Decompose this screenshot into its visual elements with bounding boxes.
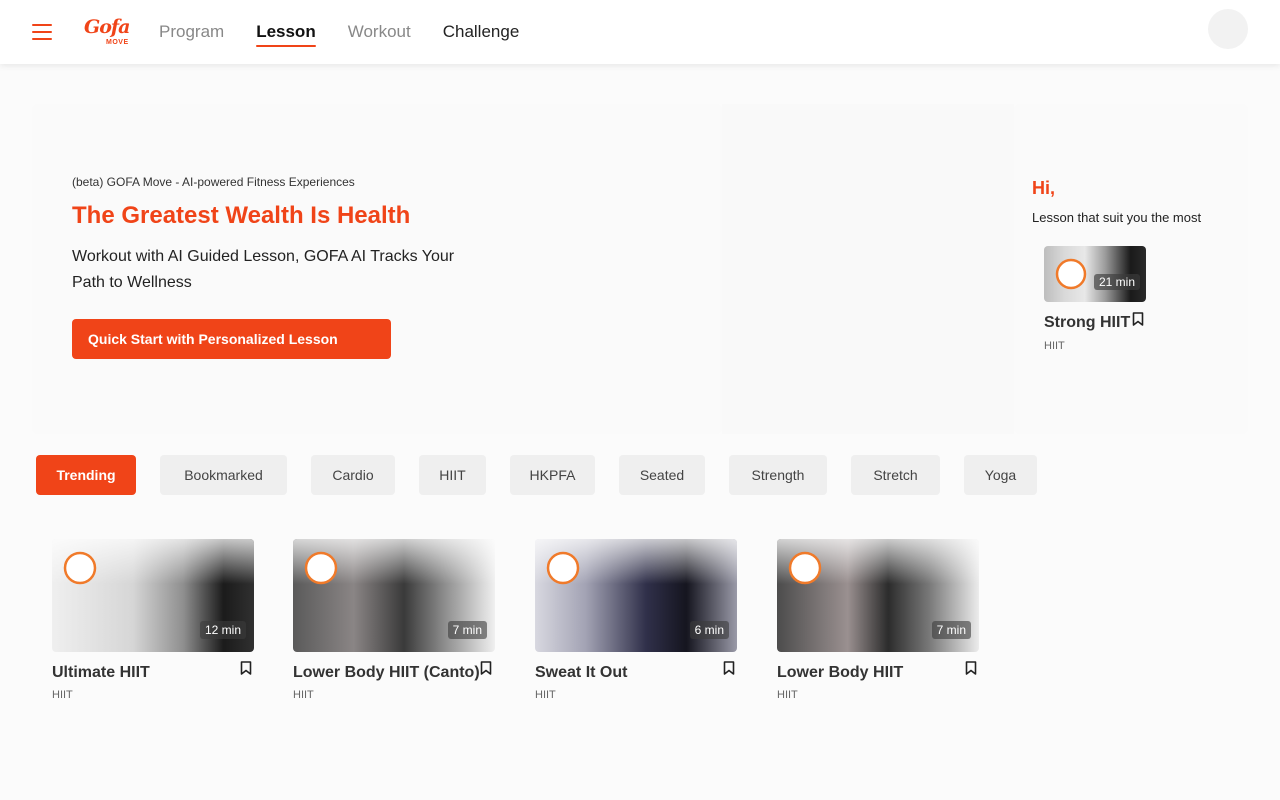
duration-badge: 6 min: [689, 621, 729, 639]
tab-cardio[interactable]: Cardio: [311, 455, 395, 495]
play-circle-icon: [63, 551, 97, 585]
logo-brand: Gofa: [84, 16, 130, 38]
duration-badge: 7 min: [931, 621, 971, 639]
lesson-title[interactable]: Sweat It Out: [535, 664, 627, 682]
logo-sub: MOVE: [106, 39, 129, 46]
greeting: Hi,: [1032, 178, 1056, 198]
top-header: Gofa MOVE Program Lesson Workout Challen…: [0, 0, 1280, 64]
bookmark-icon[interactable]: [723, 661, 735, 675]
play-circle-icon: [304, 551, 338, 585]
lesson-title[interactable]: Ultimate HIIT: [52, 664, 150, 682]
lesson-thumbnail[interactable]: 7 min: [293, 539, 495, 652]
tab-stretch[interactable]: Stretch: [851, 455, 940, 495]
recommended-lesson-thumbnail[interactable]: 21 min: [1044, 246, 1146, 302]
hero-beta-label: (beta) GOFA Move - AI-powered Fitness Ex…: [72, 175, 355, 189]
hamburger-menu-icon[interactable]: [32, 24, 52, 40]
bookmark-icon[interactable]: [480, 661, 492, 675]
gofa-logo[interactable]: Gofa MOVE: [82, 14, 130, 50]
recommend-subtitle: Lesson that suit you the most: [1032, 210, 1202, 225]
nav-lesson[interactable]: Lesson: [256, 22, 316, 47]
lesson-title[interactable]: Lower Body HIIT (Canto): [293, 664, 480, 682]
duration-badge: 12 min: [199, 621, 246, 639]
lesson-card[interactable]: 7 min Lower Body HIIT (Canto) HIIT: [293, 539, 495, 701]
duration-badge: 7 min: [447, 621, 487, 639]
tab-hkpfa[interactable]: HKPFA: [510, 455, 595, 495]
tab-hiit[interactable]: HIIT: [419, 455, 486, 495]
lesson-thumbnail[interactable]: 7 min: [777, 539, 979, 652]
tab-seated[interactable]: Seated: [619, 455, 705, 495]
bookmark-icon[interactable]: [965, 661, 977, 675]
hero-image-area: [722, 104, 1014, 434]
tab-yoga[interactable]: Yoga: [964, 455, 1037, 495]
lesson-card[interactable]: 6 min Sweat It Out HIIT: [535, 539, 737, 701]
main-nav: Program Lesson Workout Challenge: [159, 0, 551, 64]
lesson-category: HIIT: [293, 689, 314, 701]
lesson-card[interactable]: 7 min Lower Body HIIT HIIT: [777, 539, 979, 701]
bookmark-icon[interactable]: [1132, 312, 1144, 326]
lesson-thumbnail[interactable]: 12 min: [52, 539, 254, 652]
tab-bookmarked[interactable]: Bookmarked: [160, 455, 287, 495]
tab-strength[interactable]: Strength: [729, 455, 827, 495]
nav-workout[interactable]: Workout: [348, 22, 411, 42]
lesson-card[interactable]: 12 min Ultimate HIIT HIIT: [52, 539, 254, 701]
hero-subline: Workout with AI Guided Lesson, GOFA AI T…: [72, 248, 455, 291]
lesson-thumbnail[interactable]: 6 min: [535, 539, 737, 652]
hero-headline: The Greatest Wealth Is Health: [72, 202, 411, 229]
play-circle-icon: [1055, 258, 1087, 290]
tab-trending[interactable]: Trending: [36, 455, 136, 495]
nav-program[interactable]: Program: [159, 22, 224, 42]
nav-challenge[interactable]: Challenge: [443, 22, 520, 42]
lesson-category: HIIT: [535, 689, 556, 701]
bookmark-icon[interactable]: [240, 661, 252, 675]
lesson-title[interactable]: Lower Body HIIT: [777, 664, 903, 682]
duration-badge: 21 min: [1093, 274, 1140, 290]
user-avatar[interactable]: [1208, 9, 1248, 49]
lesson-category: HIIT: [52, 689, 73, 701]
play-circle-icon: [788, 551, 822, 585]
recommended-lesson-category: HIIT: [1044, 340, 1065, 352]
lesson-category: HIIT: [777, 689, 798, 701]
recommended-lesson-title[interactable]: Strong HIIT: [1044, 314, 1130, 332]
quick-start-button[interactable]: Quick Start with Personalized Lesson: [72, 319, 391, 359]
play-circle-icon: [546, 551, 580, 585]
